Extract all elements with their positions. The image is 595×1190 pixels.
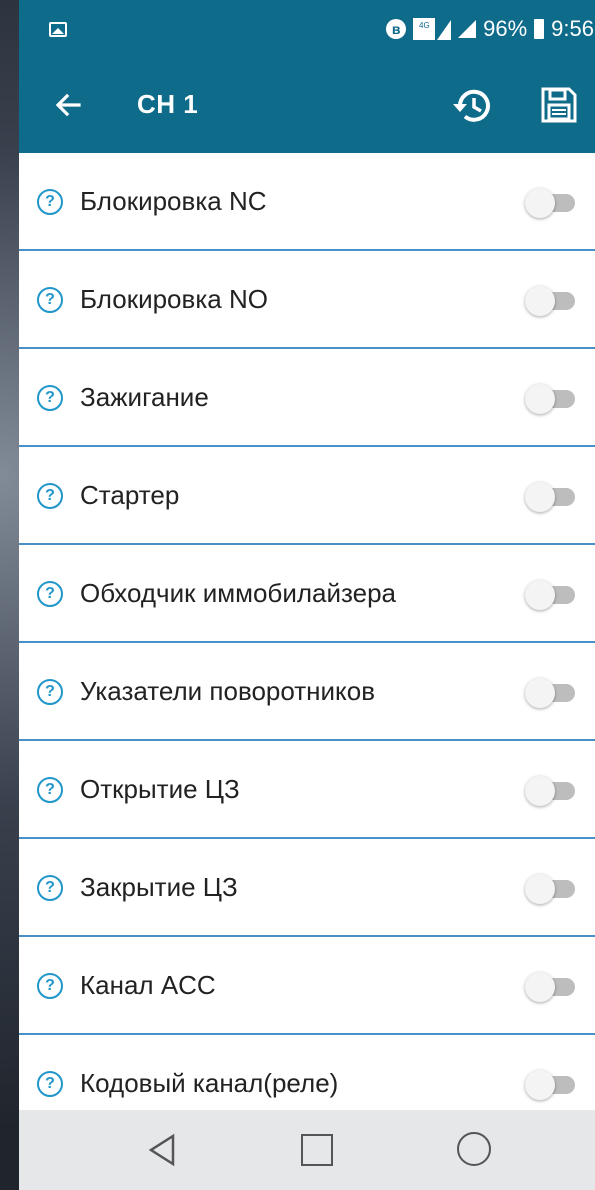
nav-home-icon[interactable] [301, 1134, 333, 1166]
help-icon[interactable]: ? [37, 875, 63, 901]
help-icon[interactable]: ? [37, 679, 63, 705]
setting-label: Канал ACC [80, 970, 216, 1000]
status-indicators: ʙ 4G 96% 9:56 [386, 14, 594, 44]
help-icon[interactable]: ? [37, 581, 63, 607]
setting-toggle[interactable] [525, 286, 577, 316]
help-icon[interactable]: ? [37, 189, 63, 215]
setting-label: Указатели поворотников [80, 676, 376, 706]
setting-row: ? Блокировка NO [19, 251, 595, 349]
clock: 9:56 [551, 16, 594, 41]
network-type-label: 4G [419, 21, 430, 30]
setting-row: ? Закрытие ЦЗ [19, 839, 595, 937]
setting-label: Стартер [80, 480, 180, 510]
setting-row: ? Указатели поворотников [19, 643, 595, 741]
setting-row: ? Зажигание [19, 349, 595, 447]
save-icon[interactable] [539, 85, 579, 125]
bluetooth-icon: ʙ [386, 19, 407, 39]
history-icon[interactable] [451, 84, 495, 128]
setting-label: Обходчик иммобилайзера [80, 578, 396, 608]
app-bar: CH 1 [19, 57, 595, 153]
signal-icon [458, 20, 477, 38]
back-arrow-icon[interactable] [49, 85, 89, 125]
help-icon[interactable]: ? [37, 385, 63, 411]
system-nav-bar [19, 1110, 595, 1190]
setting-row: ? Обходчик иммобилайзера [19, 545, 595, 643]
setting-row: ? Открытие ЦЗ [19, 741, 595, 839]
phone-screen: ʙ 4G 96% 9:56 CH 1 ? Блокировка NC ? Бло… [19, 0, 595, 1190]
setting-label: Зажигание [80, 382, 209, 412]
setting-label: Блокировка NC [80, 186, 267, 216]
nav-recents-icon[interactable] [457, 1132, 491, 1166]
image-notification-icon [49, 22, 67, 37]
nav-back-icon[interactable] [145, 1132, 181, 1168]
help-icon[interactable]: ? [37, 973, 63, 999]
setting-label: Открытие ЦЗ [80, 774, 240, 804]
setting-toggle[interactable] [525, 678, 577, 708]
help-icon[interactable]: ? [37, 777, 63, 803]
help-icon[interactable]: ? [37, 1071, 63, 1097]
setting-label: Кодовый канал(реле) [80, 1068, 339, 1098]
setting-row: ? Стартер [19, 447, 595, 545]
setting-row: ? Блокировка NC [19, 153, 595, 251]
status-bar: ʙ 4G 96% 9:56 [19, 0, 595, 57]
settings-list: ? Блокировка NC ? Блокировка NO ? Зажига… [19, 153, 595, 1133]
help-icon[interactable]: ? [37, 483, 63, 509]
network-icon: 4G [413, 18, 452, 40]
setting-label: Закрытие ЦЗ [80, 872, 238, 902]
setting-toggle[interactable] [525, 384, 577, 414]
setting-toggle[interactable] [525, 776, 577, 806]
setting-row: ? Канал ACC [19, 937, 595, 1035]
setting-toggle[interactable] [525, 972, 577, 1002]
setting-toggle[interactable] [525, 1070, 577, 1100]
help-icon[interactable]: ? [37, 287, 63, 313]
page-title: CH 1 [137, 89, 199, 119]
setting-label: Блокировка NO [80, 284, 268, 314]
setting-toggle[interactable] [525, 580, 577, 610]
setting-toggle[interactable] [525, 874, 577, 904]
battery-icon [534, 19, 545, 39]
setting-toggle[interactable] [525, 188, 577, 218]
setting-toggle[interactable] [525, 482, 577, 512]
battery-percent: 96% [483, 16, 528, 41]
